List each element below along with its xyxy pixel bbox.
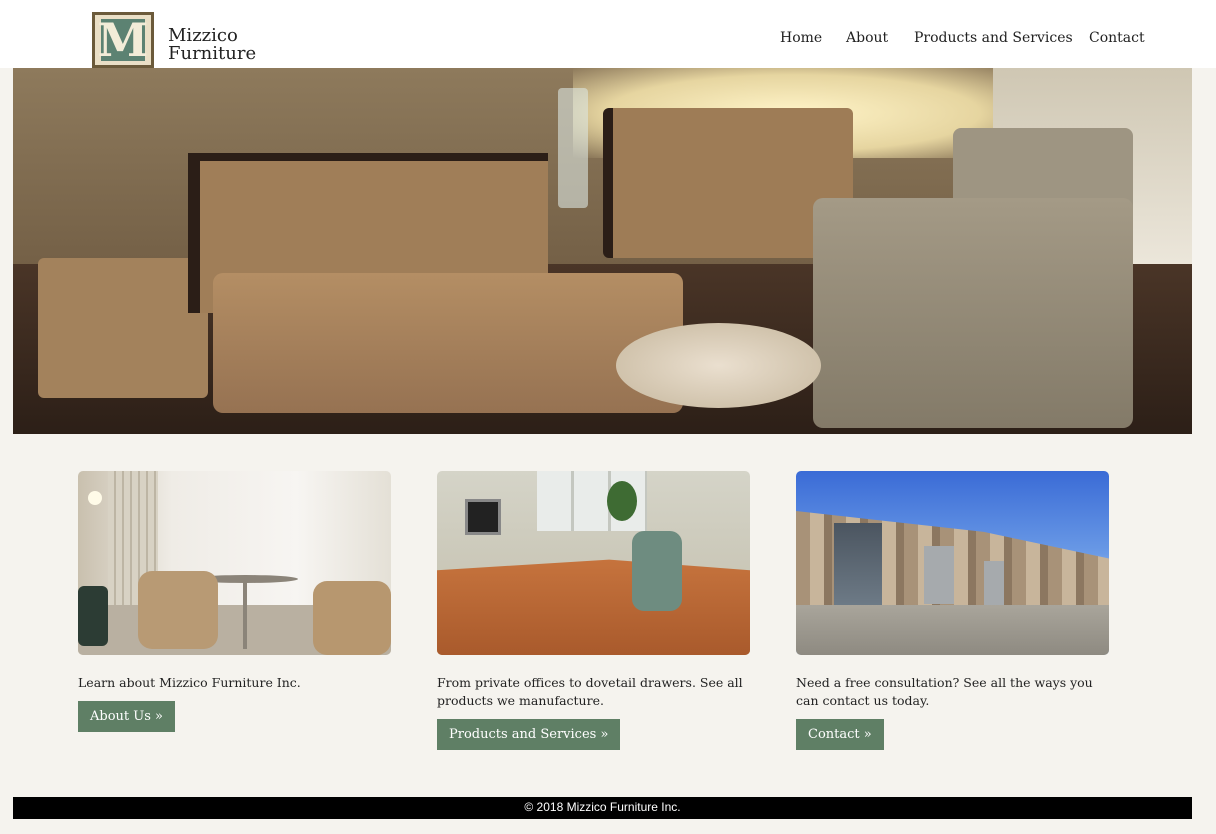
- card-description: Learn about Mizzico Furniture Inc.: [78, 675, 301, 690]
- photo-monitor: [465, 499, 501, 535]
- photo-table-pole: [243, 579, 247, 649]
- photo-chair-right: [313, 581, 391, 655]
- hero-vase: [558, 88, 588, 208]
- contact-button[interactable]: Contact »: [796, 719, 884, 750]
- hero-sofa-left: [38, 258, 208, 398]
- hero-armchair: [813, 198, 1133, 428]
- photo-chair-left: [138, 571, 218, 649]
- main-nav: Home About Products and Services Contact: [0, 30, 1216, 50]
- nav-products-and-services[interactable]: Products and Services: [914, 30, 1073, 46]
- site-footer: © 2018 Mizzico Furniture Inc.: [13, 797, 1192, 819]
- hero-image: [13, 68, 1192, 434]
- hero-round-table: [616, 323, 821, 408]
- photo-glass-facade: [834, 523, 882, 605]
- photo-dark-chair: [78, 586, 108, 646]
- photo-parking-lot: [796, 605, 1109, 655]
- site-header: M Mizzico Furniture Home About Products …: [0, 0, 1216, 68]
- photo-desk: [437, 559, 750, 655]
- photo-plant: [607, 481, 637, 521]
- products-and-services-button[interactable]: Products and Services »: [437, 719, 621, 750]
- photo-lamp: [88, 491, 102, 505]
- nav-home[interactable]: Home: [780, 30, 822, 46]
- copyright-text: © 2018 Mizzico Furniture Inc.: [524, 800, 681, 814]
- office-desk-photo: [437, 471, 750, 655]
- photo-garage-door: [984, 561, 1004, 605]
- card-description: From private offices to dovetail drawers…: [437, 675, 743, 708]
- about-us-button[interactable]: About Us »: [78, 701, 175, 732]
- hero-sofa-main-seat: [213, 273, 683, 413]
- lounge-chairs-photo: [78, 471, 391, 655]
- building-exterior-photo: [796, 471, 1109, 655]
- nav-contact[interactable]: Contact: [1089, 30, 1145, 46]
- card-description: Need a free consultation? See all the wa…: [796, 675, 1093, 708]
- nav-about[interactable]: About: [846, 30, 888, 46]
- photo-office-chair: [632, 531, 682, 611]
- photo-garage-door: [924, 546, 954, 604]
